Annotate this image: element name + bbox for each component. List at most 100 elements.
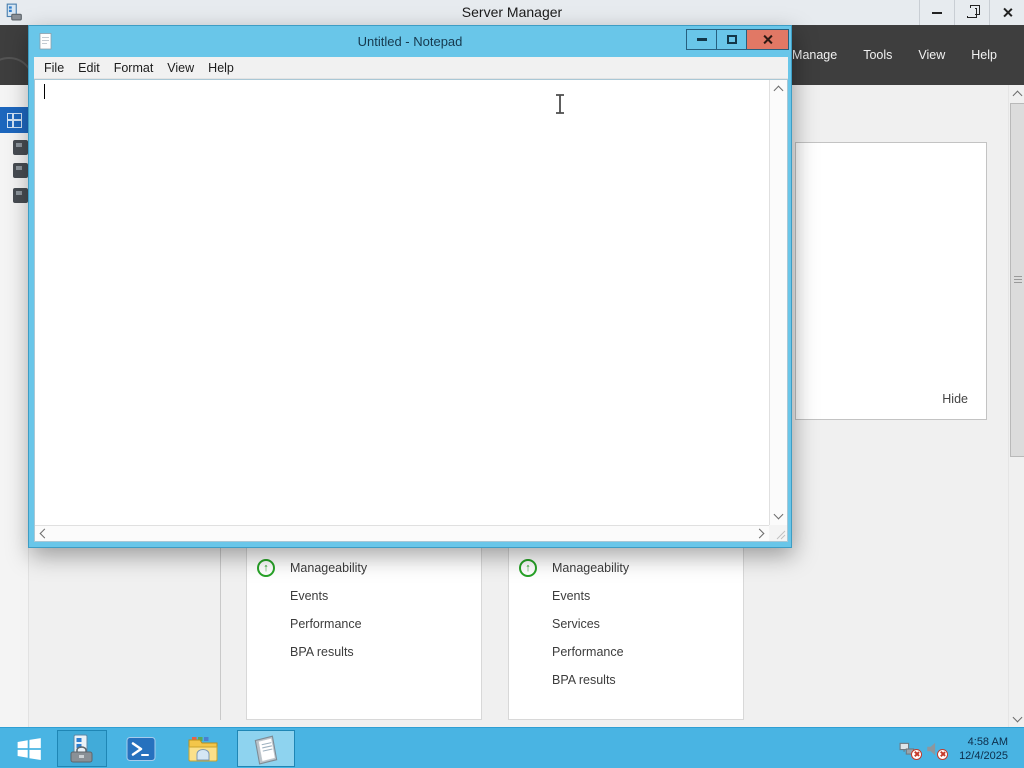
desktop: Server Manager Manage Tools View Help Hi…	[0, 0, 1024, 768]
notepad-menubar: File Edit Format View Help	[34, 57, 788, 79]
error-badge-icon	[911, 748, 923, 760]
close-button[interactable]	[747, 29, 789, 50]
sidebar-item-local-server[interactable]	[13, 140, 28, 155]
menu-tools[interactable]: Tools	[850, 48, 905, 62]
tile-link-events[interactable]: Events	[290, 589, 328, 603]
scroll-left-button[interactable]	[35, 526, 51, 542]
start-button[interactable]	[0, 728, 57, 768]
scroll-up-button[interactable]	[770, 81, 786, 97]
error-badge-icon	[937, 748, 949, 760]
notepad-titlebar[interactable]: Untitled - Notepad	[29, 26, 791, 57]
welcome-panel: Hide	[795, 142, 987, 420]
icon-spacer	[519, 643, 537, 661]
status-up-icon: ↑	[519, 559, 537, 577]
hide-button[interactable]: Hide	[942, 392, 968, 406]
volume-status-icon[interactable]	[925, 740, 949, 760]
icon-spacer	[519, 587, 537, 605]
taskbar-powershell-button[interactable]	[118, 730, 164, 767]
status-tile-1: ↑ Manageability Events Performance BPA r…	[246, 544, 482, 720]
minimize-icon	[696, 38, 707, 41]
taskbar-notepad-button[interactable]	[237, 730, 295, 767]
taskbar-clock[interactable]: 4:58 AM 12/4/2025	[959, 735, 1008, 763]
tile-link-performance[interactable]: Performance	[552, 645, 624, 659]
tile-row: Events	[247, 582, 481, 610]
menu-view[interactable]: View	[905, 48, 958, 62]
sidebar-item-file-storage[interactable]	[13, 188, 28, 203]
tile-row: Services	[509, 610, 743, 638]
notepad-taskbar-icon	[254, 735, 278, 765]
server-manager-taskbar-icon	[70, 734, 93, 762]
server-manager-sidebar	[0, 85, 29, 727]
menu-view[interactable]: View	[160, 61, 201, 75]
tile-link-manageability[interactable]: Manageability	[552, 561, 629, 575]
tile-link-manageability[interactable]: Manageability	[290, 561, 367, 575]
tile-link-bpa-results[interactable]: BPA results	[290, 645, 354, 659]
resize-grip-icon	[776, 530, 786, 540]
tile-row: Performance	[509, 638, 743, 666]
maximize-button[interactable]	[716, 29, 747, 50]
menu-format[interactable]: Format	[107, 61, 161, 75]
window-controls	[919, 0, 1024, 25]
clock-time: 4:58 AM	[967, 735, 1008, 748]
tile-row: BPA results	[509, 666, 743, 694]
clock-date: 12/4/2025	[959, 749, 1008, 762]
menu-help[interactable]: Help	[958, 48, 1010, 62]
horizontal-scrollbar[interactable]	[35, 525, 769, 541]
chevron-up-icon	[773, 85, 783, 96]
taskbar: 4:58 AM 12/4/2025	[0, 727, 1024, 768]
close-icon	[1002, 7, 1013, 18]
tile-link-events[interactable]: Events	[552, 589, 590, 603]
icon-spacer	[257, 615, 275, 633]
server-manager-icon	[6, 3, 22, 21]
icon-spacer	[519, 671, 537, 689]
scroll-right-button[interactable]	[753, 526, 769, 542]
window-title: Server Manager	[461, 4, 563, 20]
restore-icon	[967, 4, 980, 18]
tile-row: BPA results	[247, 638, 481, 666]
menu-help[interactable]: Help	[201, 61, 241, 75]
window-title: Untitled - Notepad	[357, 34, 463, 49]
server-manager-titlebar[interactable]: Server Manager	[0, 0, 1024, 26]
network-status-icon[interactable]	[899, 740, 923, 760]
close-button[interactable]	[989, 0, 1024, 25]
taskbar-server-manager-button[interactable]	[57, 730, 107, 767]
minimize-button[interactable]	[686, 29, 716, 50]
taskbar-file-explorer-button[interactable]	[180, 730, 226, 767]
icon-spacer	[519, 615, 537, 633]
chevron-down-icon	[1012, 712, 1022, 722]
scroll-down-button[interactable]	[770, 508, 786, 524]
scroll-up-button[interactable]	[1009, 85, 1024, 102]
tile-link-bpa-results[interactable]: BPA results	[552, 673, 616, 687]
menu-file[interactable]: File	[37, 61, 71, 75]
chevron-down-icon	[773, 509, 783, 520]
sidebar-item-dashboard[interactable]	[0, 107, 28, 133]
chevron-left-icon	[39, 528, 50, 539]
server-manager-scrollbar[interactable]	[1008, 85, 1024, 727]
chevron-up-icon	[1012, 90, 1022, 100]
scroll-down-button[interactable]	[1009, 710, 1024, 727]
tile-row: ↑ Manageability	[247, 554, 481, 582]
ibeam-cursor	[556, 94, 564, 114]
menu-edit[interactable]: Edit	[71, 61, 107, 75]
text-editor-area[interactable]	[35, 80, 769, 525]
dashboard-icon	[7, 113, 22, 128]
minimize-button[interactable]	[919, 0, 954, 25]
tile-link-performance[interactable]: Performance	[290, 617, 362, 631]
close-icon	[762, 34, 773, 45]
tile-link-services[interactable]: Services	[552, 617, 600, 631]
tile-row: Performance	[247, 610, 481, 638]
file-explorer-icon	[188, 736, 218, 761]
notepad-window: Untitled - Notepad File Edit Format View…	[28, 25, 792, 548]
column-divider	[220, 544, 221, 720]
icon-spacer	[257, 587, 275, 605]
powershell-icon	[126, 736, 156, 761]
maximize-icon	[726, 35, 737, 44]
minimize-icon	[932, 11, 942, 14]
resize-grip[interactable]	[769, 525, 787, 541]
sidebar-item-all-servers[interactable]	[13, 163, 28, 178]
icon-spacer	[257, 643, 275, 661]
vertical-scrollbar[interactable]	[769, 80, 787, 525]
scrollbar-thumb[interactable]	[1010, 103, 1024, 457]
restore-button[interactable]	[954, 0, 989, 25]
status-up-icon: ↑	[257, 559, 275, 577]
